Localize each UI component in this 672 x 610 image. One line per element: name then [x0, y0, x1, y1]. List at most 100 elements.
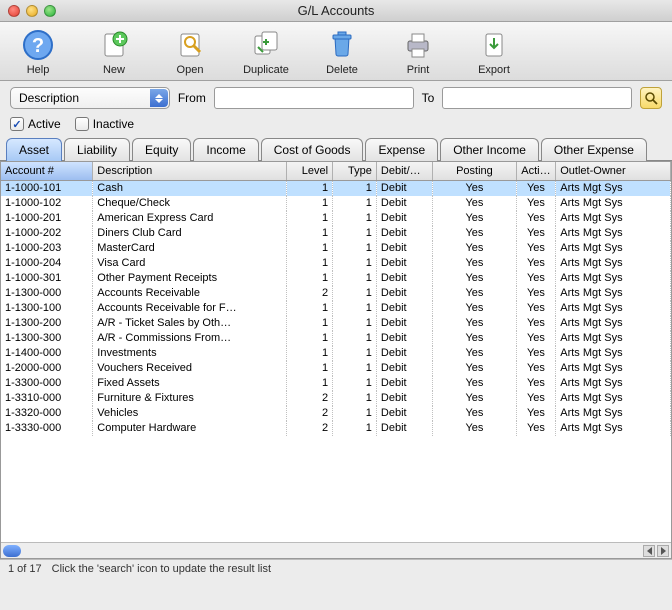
- cell-posting: Yes: [433, 286, 516, 301]
- cell-level: 1: [287, 361, 333, 376]
- table-row[interactable]: 1-1000-102Cheque/Check11DebitYesYesArts …: [1, 196, 671, 211]
- cell-type: 1: [333, 316, 377, 331]
- cell-level: 1: [287, 211, 333, 226]
- cell-level: 1: [287, 181, 333, 196]
- table-row[interactable]: 1-1000-301Other Payment Receipts11DebitY…: [1, 271, 671, 286]
- active-checkbox[interactable]: ✓ Active: [10, 117, 61, 131]
- table-row[interactable]: 1-1000-203MasterCard11DebitYesYesArts Mg…: [1, 241, 671, 256]
- print-icon: [401, 28, 435, 62]
- open-icon: [173, 28, 207, 62]
- svg-text:?: ?: [32, 35, 44, 57]
- to-input[interactable]: [442, 87, 632, 109]
- filter-field-select[interactable]: Description: [10, 87, 170, 109]
- table-row[interactable]: 1-1300-300A/R - Commissions From…11Debit…: [1, 331, 671, 346]
- horizontal-scrollbar[interactable]: [1, 542, 671, 558]
- table-row[interactable]: 1-1000-201American Express Card11DebitYe…: [1, 211, 671, 226]
- cell-dc: Debit: [376, 316, 432, 331]
- duplicate-button[interactable]: Duplicate: [238, 28, 294, 76]
- cell-account: 1-1000-203: [1, 241, 93, 256]
- cell-active: Yes: [516, 211, 556, 226]
- open-button[interactable]: Open: [162, 28, 218, 76]
- table-row[interactable]: 1-3320-000Vehicles21DebitYesYesArts Mgt …: [1, 406, 671, 421]
- tab-other-income[interactable]: Other Income: [440, 138, 539, 161]
- column-header-description[interactable]: Description: [93, 162, 287, 180]
- table-row[interactable]: 1-1300-200A/R - Ticket Sales by Oth…11De…: [1, 316, 671, 331]
- tab-equity[interactable]: Equity: [132, 138, 191, 161]
- search-icon: [644, 91, 658, 105]
- cell-active: Yes: [516, 361, 556, 376]
- cell-dc: Debit: [376, 196, 432, 211]
- export-button[interactable]: Export: [466, 28, 522, 76]
- cell-active: Yes: [516, 421, 556, 436]
- tab-liability[interactable]: Liability: [64, 138, 130, 161]
- table-row[interactable]: 1-1400-000Investments11DebitYesYesArts M…: [1, 346, 671, 361]
- cell-active: Yes: [516, 316, 556, 331]
- filter-field-value: Description: [19, 91, 79, 105]
- cell-active: Yes: [516, 346, 556, 361]
- table-row[interactable]: 1-3300-000Fixed Assets11DebitYesYesArts …: [1, 376, 671, 391]
- table-row[interactable]: 1-3330-000Computer Hardware21DebitYesYes…: [1, 421, 671, 436]
- column-header-posting[interactable]: Posting: [433, 162, 516, 180]
- column-header-type[interactable]: Type: [333, 162, 377, 180]
- column-header-owner[interactable]: Outlet-Owner: [556, 162, 671, 180]
- search-button[interactable]: [640, 87, 662, 109]
- table-row[interactable]: 1-3310-000Furniture & Fixtures21DebitYes…: [1, 391, 671, 406]
- cell-account: 1-3300-000: [1, 376, 93, 391]
- table-row[interactable]: 1-1000-202Diners Club Card11DebitYesYesA…: [1, 226, 671, 241]
- from-input[interactable]: [214, 87, 414, 109]
- toolbar-label: New: [103, 64, 125, 76]
- export-icon: [477, 28, 511, 62]
- cell-owner: Arts Mgt Sys: [556, 286, 671, 301]
- table-row[interactable]: 1-2000-000Vouchers Received11DebitYesYes…: [1, 361, 671, 376]
- delete-button[interactable]: Delete: [314, 28, 370, 76]
- column-header-account[interactable]: Account #: [1, 162, 93, 180]
- cell-description: Cash: [93, 181, 287, 196]
- cell-level: 2: [287, 391, 333, 406]
- column-header-level[interactable]: Level: [287, 162, 333, 180]
- scroll-thumb[interactable]: [3, 545, 21, 557]
- cell-type: 1: [333, 391, 377, 406]
- toolbar: ?Help New Open Duplicate Delete Print Export: [0, 22, 672, 81]
- column-header-active[interactable]: Acti…: [516, 162, 556, 180]
- filter-bar: Description From To: [0, 81, 672, 115]
- cell-dc: Debit: [376, 331, 432, 346]
- cell-type: 1: [333, 256, 377, 271]
- new-button[interactable]: New: [86, 28, 142, 76]
- cell-account: 1-2000-000: [1, 361, 93, 376]
- help-button[interactable]: ?Help: [10, 28, 66, 76]
- cell-type: 1: [333, 286, 377, 301]
- cell-posting: Yes: [433, 376, 516, 391]
- inactive-checkbox[interactable]: Inactive: [75, 117, 134, 131]
- table-row[interactable]: 1-1300-100Accounts Receivable for F…11De…: [1, 301, 671, 316]
- scroll-right-icon[interactable]: [657, 545, 669, 557]
- tab-cogs[interactable]: Cost of Goods: [261, 138, 364, 161]
- tab-expense[interactable]: Expense: [365, 138, 438, 161]
- column-header-debit[interactable]: Debit/…: [376, 162, 432, 180]
- tab-asset[interactable]: Asset: [6, 138, 62, 161]
- cell-owner: Arts Mgt Sys: [556, 256, 671, 271]
- cell-owner: Arts Mgt Sys: [556, 316, 671, 331]
- scroll-left-icon[interactable]: [643, 545, 655, 557]
- cell-description: Other Payment Receipts: [93, 271, 287, 286]
- cell-dc: Debit: [376, 286, 432, 301]
- table-row[interactable]: 1-1000-204Visa Card11DebitYesYesArts Mgt…: [1, 256, 671, 271]
- cell-posting: Yes: [433, 271, 516, 286]
- inactive-label: Inactive: [93, 117, 134, 131]
- print-button[interactable]: Print: [390, 28, 446, 76]
- cell-posting: Yes: [433, 196, 516, 211]
- cell-type: 1: [333, 331, 377, 346]
- cell-account: 1-1000-202: [1, 226, 93, 241]
- cell-type: 1: [333, 346, 377, 361]
- cell-dc: Debit: [376, 226, 432, 241]
- tab-other-expense[interactable]: Other Expense: [541, 138, 647, 161]
- help-icon: ?: [21, 28, 55, 62]
- cell-dc: Debit: [376, 301, 432, 316]
- table-row[interactable]: 1-1300-000Accounts Receivable21DebitYesY…: [1, 286, 671, 301]
- table-row[interactable]: 1-1000-101Cash11DebitYesYesArts Mgt Sys: [1, 181, 671, 196]
- cell-active: Yes: [516, 271, 556, 286]
- cell-level: 1: [287, 256, 333, 271]
- cell-posting: Yes: [433, 316, 516, 331]
- tab-income[interactable]: Income: [193, 138, 258, 161]
- cell-posting: Yes: [433, 331, 516, 346]
- cell-type: 1: [333, 271, 377, 286]
